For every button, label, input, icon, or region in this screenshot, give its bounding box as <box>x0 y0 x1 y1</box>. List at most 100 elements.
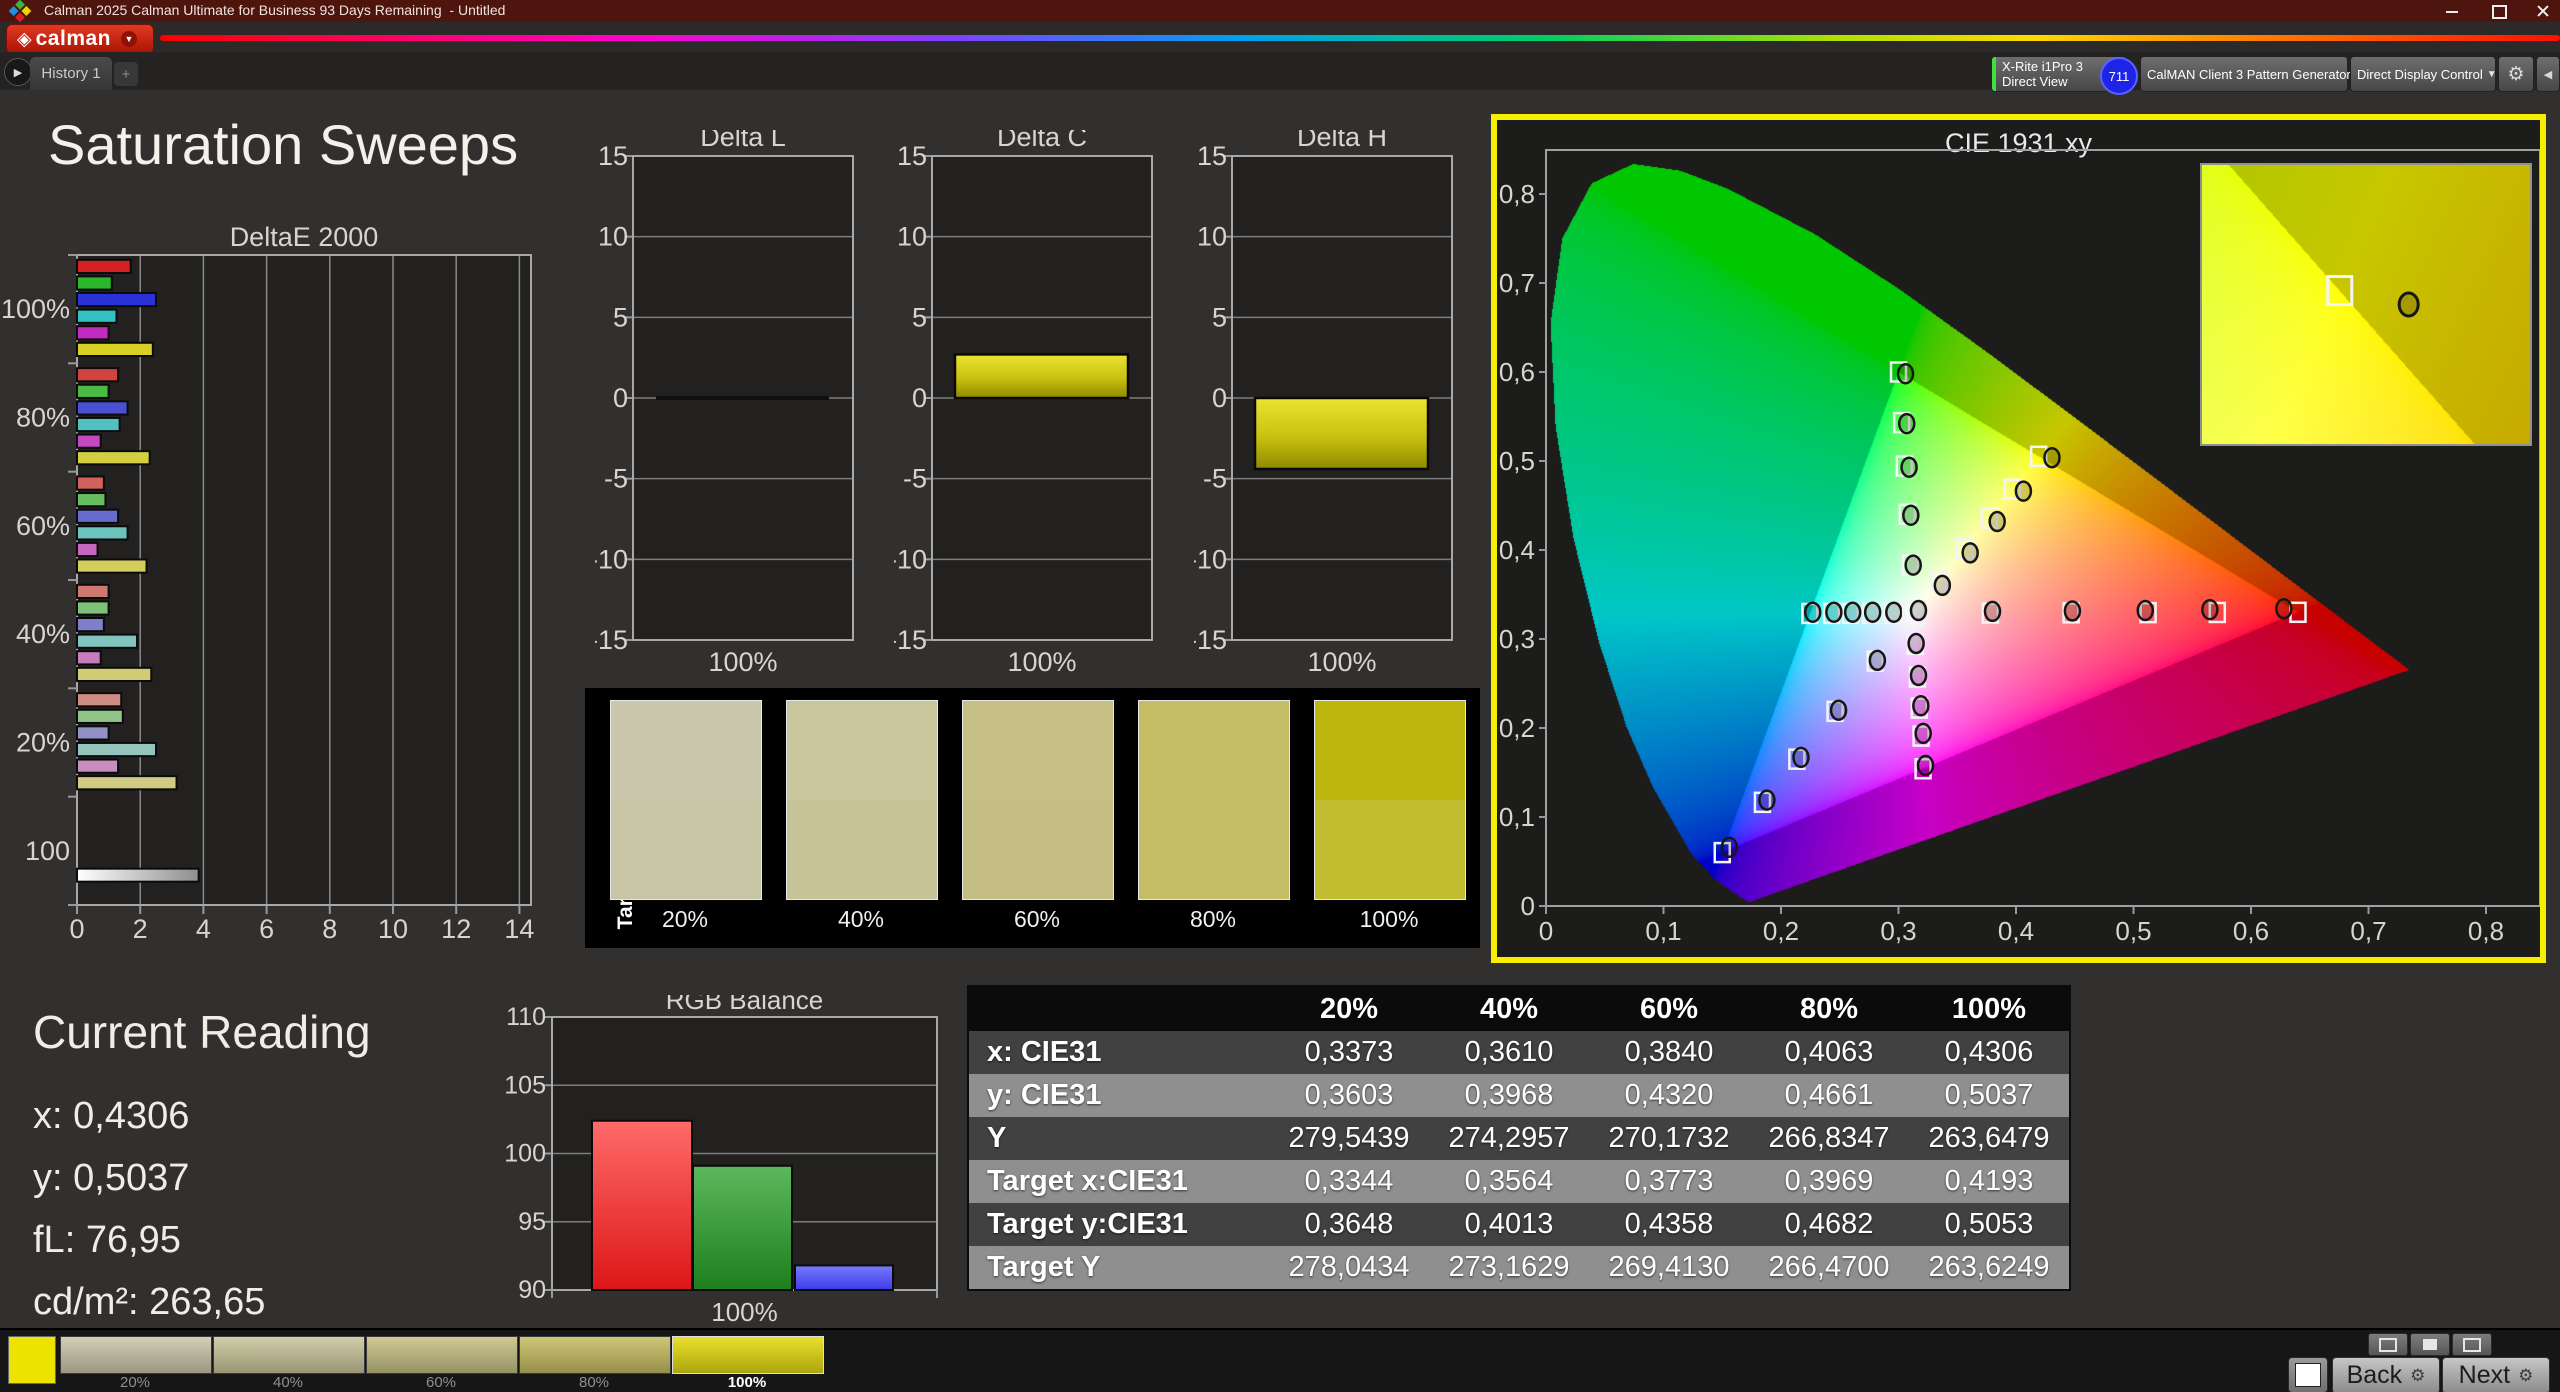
pattern-swatch-20%[interactable] <box>60 1336 212 1374</box>
bar-magenta-100% <box>76 325 110 341</box>
table-header: 20% <box>1319 992 1379 1025</box>
print-button[interactable] <box>2452 1333 2492 1356</box>
actual-swatch <box>1139 701 1289 800</box>
table-cell: 0,4682 <box>1784 1208 1874 1240</box>
window-title: Calman 2025 Calman Ultimate for Business… <box>44 2 506 18</box>
history-panel-toggle[interactable]: ▶ <box>4 58 32 86</box>
axis-label: 0,1 <box>1645 916 1681 946</box>
bar-cyan-100% <box>76 308 118 324</box>
bar-magenta-20% <box>76 758 120 774</box>
table-cell: 278,0434 <box>1288 1251 1410 1283</box>
settings-button[interactable]: ⚙ <box>2498 56 2534 92</box>
pattern-generator-name: CalMAN Client 3 Pattern Generator <box>2147 66 2351 82</box>
table-cell: 0,3773 <box>1624 1165 1714 1197</box>
close-button[interactable] <box>2528 0 2556 21</box>
current-reading-title: Current Reading <box>33 1006 371 1058</box>
calman-diamond-icon: ◈ <box>17 28 32 50</box>
axis-label: -15 <box>1194 625 1227 655</box>
row-label: x: CIE31 <box>987 1036 1102 1068</box>
display-control-dropdown[interactable]: Direct Display Control ▼ <box>2350 56 2497 92</box>
collapse-toolbar-button[interactable]: ◀ <box>2536 56 2560 92</box>
axis-label: 0,3 <box>1880 916 1916 946</box>
actual-swatch <box>787 701 937 800</box>
delta-l-chart: 15 10 5 0 -5 -10 -15 Delta L 100% <box>595 130 854 677</box>
pattern-generator-dropdown[interactable]: CalMAN Client 3 Pattern Generator ▼ <box>2140 56 2365 92</box>
bar-blue-20% <box>76 725 110 741</box>
swatch-percent-label: 60% <box>1013 906 1061 932</box>
meter-count-badge[interactable]: 711 <box>2100 57 2138 95</box>
table-cell: 0,3603 <box>1304 1079 1394 1111</box>
add-tab-button[interactable]: + <box>114 62 138 86</box>
table-row: y: CIE31 0,3603 0,3968 0,4320 0,4661 0,5037 <box>969 1074 2069 1117</box>
table-row: Y 279,5439 274,2957 270,1732 266,8347 263,647… <box>969 1117 2069 1160</box>
axis-label: 15 <box>598 141 628 171</box>
reading-fl: fL: 76,95 <box>33 1219 181 1261</box>
axis-label: 95 <box>518 1208 546 1236</box>
bar-red-60% <box>76 475 105 491</box>
display-window-button[interactable] <box>2368 1333 2408 1356</box>
axis-label: 0 <box>1521 891 1535 921</box>
axis-label: 4 <box>196 914 211 944</box>
bar-red <box>591 1119 693 1291</box>
bar-magenta-80% <box>76 433 102 449</box>
axis-label: 0,3 <box>1499 624 1535 654</box>
axis-label: 10 <box>598 222 628 252</box>
maximize-button[interactable] <box>2484 0 2512 21</box>
table-header: 80% <box>1799 992 1859 1025</box>
pattern-swatch-60%[interactable] <box>366 1336 518 1374</box>
document-icon <box>2423 1339 2437 1350</box>
pattern-swatch-40%[interactable] <box>213 1336 365 1374</box>
actual-target-swatch-80% <box>1138 700 1290 900</box>
row-label: Target Y <box>987 1251 1101 1283</box>
axis-label: 100 <box>504 1140 546 1168</box>
next-button[interactable]: Next ⚙ <box>2442 1357 2550 1392</box>
bar-yellow-60% <box>76 558 148 574</box>
table-cell: 270,1732 <box>1608 1122 1730 1154</box>
back-button[interactable]: Back ⚙ <box>2332 1357 2440 1392</box>
bar-cyan-60% <box>76 525 129 541</box>
axis-label: 14 <box>504 914 534 944</box>
chevron-down-icon: ▼ <box>2486 68 2497 80</box>
axis-label: -10 <box>894 544 927 574</box>
axis-label: 10 <box>1197 222 1227 252</box>
row-label: y: CIE31 <box>987 1079 1102 1111</box>
axis-label: 100% <box>711 1297 778 1327</box>
bar-blue <box>794 1264 894 1291</box>
table-header-row: 20% 40% 60% 80% 100% <box>969 987 2069 1031</box>
table-cell: 0,3564 <box>1464 1165 1554 1197</box>
axis-label: 8 <box>322 914 337 944</box>
tab-history-1[interactable]: History 1 <box>30 57 112 90</box>
axis-label: 0,2 <box>1499 713 1535 743</box>
pattern-window-button[interactable] <box>2288 1357 2328 1392</box>
bar-yellow-40% <box>76 666 153 682</box>
table-cell: 0,5053 <box>1944 1208 2034 1240</box>
gear-icon: ⚙ <box>2507 63 2525 85</box>
bar-yellow-20% <box>76 775 178 791</box>
calman-menu-button[interactable]: ◈ calman ▼ <box>6 24 154 54</box>
cie-zoom-inset-canvas <box>2202 165 2530 444</box>
axis-label: 0,8 <box>1499 179 1535 209</box>
table-cell: 269,4130 <box>1608 1251 1730 1283</box>
minimize-button[interactable] <box>2438 0 2466 21</box>
table-cell: 0,4320 <box>1624 1079 1714 1111</box>
deltae2000-chart: DeltaE 2000 100% 80% 60% 40% 20% 100 0 2 4 6 8 10 12 1… <box>1 222 534 944</box>
axis-label: 5 <box>613 302 628 332</box>
pattern-swatch-100%[interactable] <box>672 1336 824 1374</box>
table-cell: 0,4193 <box>1944 1165 2034 1197</box>
table-cell: 0,4306 <box>1944 1036 2034 1068</box>
bar-yellow <box>953 353 1130 400</box>
axis-label: 100% <box>1307 647 1376 677</box>
axis-label: 60% <box>16 511 70 541</box>
pattern-swatch-80%[interactable] <box>519 1336 671 1374</box>
axis-label: 80% <box>16 403 70 433</box>
axis-label: -5 <box>604 464 628 494</box>
bar-cyan-40% <box>76 633 139 649</box>
actual-swatch <box>611 701 761 800</box>
bar-blue-60% <box>76 508 120 524</box>
bar-yellow <box>1253 396 1430 471</box>
bar-cyan-80% <box>76 416 121 433</box>
report-button[interactable] <box>2410 1333 2450 1356</box>
play-icon: ▶ <box>13 66 23 79</box>
axis-label: 0,5 <box>1499 446 1535 476</box>
axis-label: 0 <box>613 383 628 413</box>
